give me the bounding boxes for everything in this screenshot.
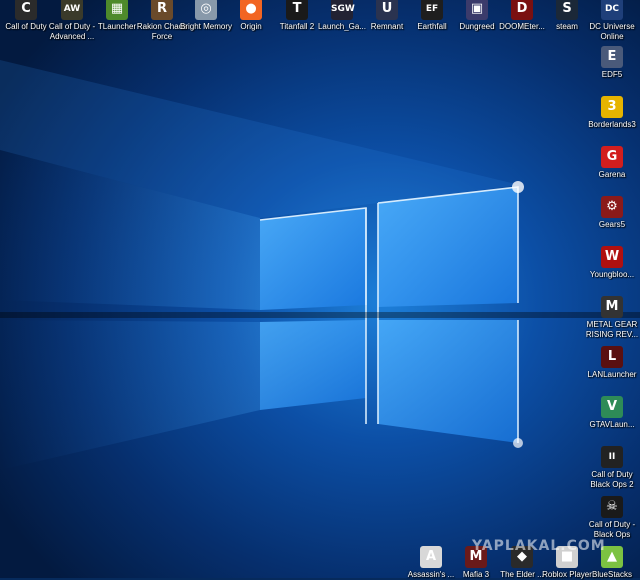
cod-aw-icon: AW (61, 0, 83, 20)
dc-icon: DC (601, 0, 623, 20)
shortcut-label: DC Universe Online (589, 22, 635, 41)
earthfall-icon: EF (421, 0, 443, 20)
watermark: YAPLAKAL.COM (472, 538, 606, 554)
bright-memory-icon: ◎ (195, 0, 217, 20)
doom-icon: D (511, 0, 533, 20)
edf5-icon: E (601, 46, 623, 68)
steam-icon: S (556, 0, 578, 20)
bo-icon: ☠ (601, 496, 623, 518)
gears-icon: ⚙ (601, 196, 623, 218)
titanfall-icon: T (286, 0, 308, 20)
desktop-shortcut[interactable]: W Youngbloo... (584, 246, 640, 280)
desktop-shortcut[interactable]: E EDF5 (584, 46, 640, 80)
shortcut-label: Youngbloo... (589, 270, 635, 279)
mgr-icon: M (601, 296, 623, 318)
desktop-shortcut[interactable]: ☠ Call of Duty - Black Ops (584, 496, 640, 539)
garena-icon: G (601, 146, 623, 168)
desktop-shortcut[interactable]: V GTAVLaun... (584, 396, 640, 430)
sgw-icon: SGW (331, 0, 355, 20)
shortcut-label: Call of Duty Black Ops 2 (590, 470, 634, 489)
youngblood-icon: W (601, 246, 623, 268)
unreal-icon: U (376, 0, 398, 20)
shortcut-label: Garena (598, 170, 626, 179)
shortcut-label: Roblox Player (542, 570, 592, 579)
assassins-creed-icon: A (420, 546, 442, 568)
rakion-icon: R (151, 0, 173, 20)
shortcut-label: METAL GEAR RISING REV... (585, 320, 639, 339)
desktop-shortcut[interactable]: II Call of Duty Black Ops 2 (584, 446, 640, 489)
shortcut-label: Gears5 (598, 220, 626, 229)
gtav-icon: V (601, 396, 623, 418)
shortcut-label: GTAVLaun... (589, 420, 635, 429)
desktop-shortcut[interactable]: G Garena (584, 146, 640, 180)
desktop-shortcut[interactable]: M METAL GEAR RISING REV... (584, 296, 640, 339)
dungreed-icon: ▣ (466, 0, 488, 20)
shortcut-label: EDF5 (601, 70, 623, 79)
lanlauncher-icon: L (601, 346, 623, 368)
origin-icon: ● (240, 0, 262, 20)
windows-10-wallpaper (0, 0, 640, 578)
desktop-shortcut[interactable]: ⚙ Gears5 (584, 196, 640, 230)
minecraft-block-icon: ▦ (106, 0, 128, 20)
desktop-shortcut[interactable]: DC DC Universe Online (584, 0, 640, 41)
cod-icon: C (15, 0, 37, 20)
shortcut-label: Borderlands3 (588, 120, 636, 129)
shortcut-label: LANLauncher (587, 370, 637, 379)
desktop-shortcut[interactable]: 3 Borderlands3 (584, 96, 640, 130)
shortcut-label: Call of Duty - Black Ops (588, 520, 636, 539)
desktop-shortcut[interactable]: L LANLauncher (584, 346, 640, 380)
borderlands-icon: 3 (601, 96, 623, 118)
bo2-icon: II (601, 446, 623, 468)
